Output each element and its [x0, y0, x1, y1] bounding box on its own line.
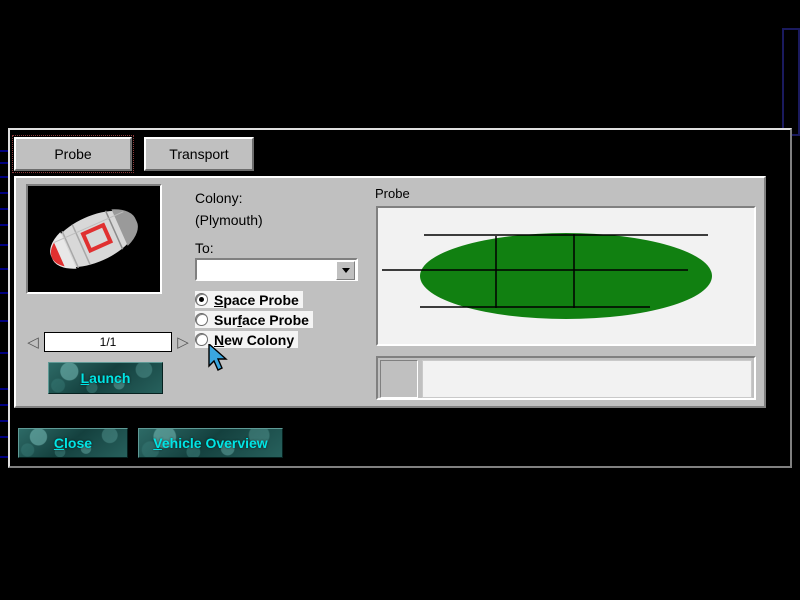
radio-surface-probe[interactable]: Surface Probe [195, 311, 313, 328]
destination-label: To: [195, 240, 214, 256]
vehicle-overview-button[interactable]: Vehicle Overview [138, 428, 283, 458]
prev-vehicle-button[interactable]: ◁ [26, 333, 40, 351]
vehicle-index-value: 1/1 [100, 335, 117, 349]
radio-indicator [195, 333, 208, 346]
tab-transport[interactable]: Transport [144, 137, 254, 171]
destination-combobox[interactable] [195, 258, 358, 281]
probe-status-text [422, 360, 752, 398]
radio-indicator [195, 313, 208, 326]
background-frame [782, 28, 800, 136]
radio-indicator [195, 293, 208, 306]
radio-space-probe-label: Space Probe [214, 292, 299, 308]
tab-probe[interactable]: Probe [14, 137, 132, 171]
colony-label: Colony: [195, 190, 242, 206]
spacecraft-capsule-icon [28, 186, 160, 292]
close-button-label: Close [54, 435, 92, 451]
probe-status-bar [376, 356, 756, 400]
empty-slot-icon[interactable] [380, 360, 418, 398]
chevron-down-icon[interactable] [336, 261, 355, 280]
close-button[interactable]: Close [18, 428, 128, 458]
probe-diagram-view[interactable] [376, 206, 756, 346]
radio-space-probe[interactable]: Space Probe [195, 291, 303, 308]
tab-transport-label: Transport [169, 146, 228, 162]
game-screen: Probe Transport [0, 0, 800, 600]
radio-surface-probe-label: Surface Probe [214, 312, 309, 328]
vehicle-preview[interactable] [26, 184, 162, 294]
vehicle-index-field[interactable]: 1/1 [44, 332, 172, 352]
launch-button-label: Launch [81, 370, 131, 386]
vehicle-overview-button-label: Vehicle Overview [153, 435, 267, 451]
launch-button[interactable]: Launch [48, 362, 163, 394]
arrow-pointer-icon [208, 344, 232, 374]
tab-probe-label: Probe [54, 146, 91, 162]
probe-schematic-icon [378, 208, 754, 344]
probe-section-caption: Probe [375, 186, 410, 201]
colony-value: (Plymouth) [195, 212, 263, 228]
next-vehicle-button[interactable]: ▷ [176, 333, 190, 351]
